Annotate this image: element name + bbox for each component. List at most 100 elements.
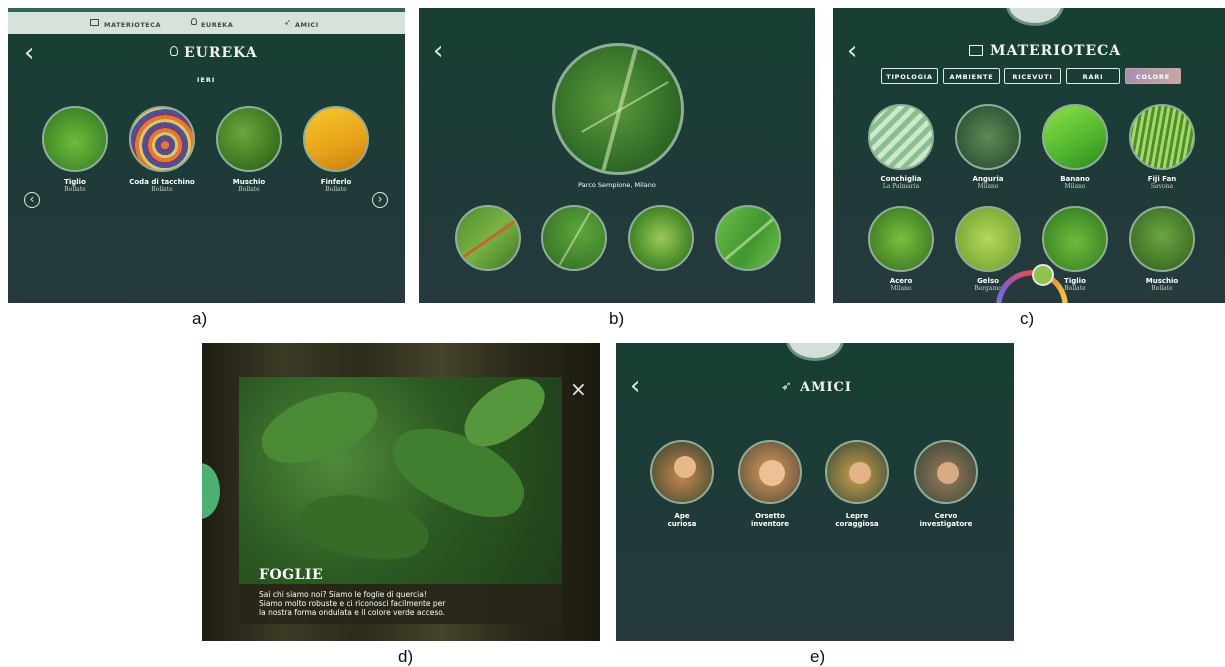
tiglio-thumbnail[interactable] xyxy=(42,106,108,172)
filter-colore[interactable]: COLORE xyxy=(1125,68,1181,84)
lepre-coraggiosa-avatar[interactable] xyxy=(825,440,889,504)
acero-thumbnail[interactable] xyxy=(868,206,934,272)
chevron-right-icon: › xyxy=(377,192,383,206)
friend-name-line2: investigatore xyxy=(919,520,973,528)
leaf-thumbnail[interactable] xyxy=(715,205,781,271)
caption-a: a) xyxy=(192,309,208,328)
fiji-fan-thumbnail[interactable] xyxy=(1129,104,1195,170)
kid-face xyxy=(674,456,696,478)
ape-curiosa-avatar[interactable] xyxy=(650,440,714,504)
item-name: Acero xyxy=(889,277,913,285)
friend-name-line1: Lepre xyxy=(845,512,869,520)
item-place: Milano xyxy=(1064,183,1086,190)
nav-eureka[interactable]: EUREKA xyxy=(201,21,233,29)
item-place: Bollate xyxy=(151,186,173,193)
item-name: Coda di tacchino xyxy=(129,178,195,186)
page-title: AMICI xyxy=(800,380,852,395)
bulb-nav-icon[interactable] xyxy=(191,18,197,25)
filter-ambiente[interactable]: AMBIENTE xyxy=(943,68,1000,84)
archive-box-icon xyxy=(969,45,983,56)
friend-name-line1: Cervo xyxy=(934,512,958,520)
item-place: Bollate xyxy=(1151,285,1173,292)
gelso-thumbnail[interactable] xyxy=(955,206,1021,272)
popup-text-line: Siamo molto robuste e ci riconosci facil… xyxy=(259,599,446,608)
back-button[interactable]: ‹ xyxy=(24,40,34,66)
caption-e: e) xyxy=(810,647,826,666)
caption-c: c) xyxy=(1020,309,1035,328)
caption-b: b) xyxy=(609,309,625,328)
item-place: Savona xyxy=(1150,183,1174,190)
nav-materioteca[interactable]: MATERIOTECA xyxy=(104,21,161,29)
paper-plane-icon: ➶ xyxy=(781,379,792,394)
back-button[interactable]: ‹ xyxy=(630,373,640,399)
item-name: Finferlo xyxy=(320,178,352,186)
paper-plane-nav-icon[interactable]: ➶ xyxy=(284,18,291,27)
top-handle[interactable] xyxy=(786,343,844,361)
anguria-thumbnail[interactable] xyxy=(955,104,1021,170)
materioteca-nav-icon[interactable] xyxy=(90,19,99,26)
prev-arrow-button[interactable]: ‹ xyxy=(24,192,40,208)
item-name: Muschio xyxy=(232,178,266,186)
item-name: Fiji Fan xyxy=(1147,175,1177,183)
kid-face xyxy=(937,462,959,484)
friend-name-line2: curiosa xyxy=(667,520,697,528)
page-title: EUREKA xyxy=(184,45,258,61)
orsetto-inventore-avatar[interactable] xyxy=(738,440,802,504)
friend-name-line2: inventore xyxy=(750,520,790,528)
item-place: Bollate xyxy=(64,186,86,193)
oak-leaf-shape xyxy=(252,378,386,476)
item-name: Tiglio xyxy=(64,178,86,186)
popup-title: FOGLIE xyxy=(259,567,324,583)
leaf-thumbnail[interactable] xyxy=(455,205,521,271)
page-title: MATERIOTECA xyxy=(990,43,1122,59)
oak-leaf-shape xyxy=(294,486,434,568)
leaf-vein xyxy=(462,218,518,259)
top-handle[interactable] xyxy=(1006,8,1064,26)
materioteca-screen: ‹ MATERIOTECA TIPOLOGIA AMBIENTE RICEVUT… xyxy=(833,8,1225,303)
chevron-left-icon: ‹ xyxy=(29,192,35,206)
muschio-thumbnail[interactable] xyxy=(216,106,282,172)
detail-screen: ‹ Parco Sempione, Milano xyxy=(419,8,815,303)
tiglio-thumbnail[interactable] xyxy=(1042,206,1108,272)
nav-amici[interactable]: AMICI xyxy=(295,21,319,29)
muschio-thumbnail[interactable] xyxy=(1129,206,1195,272)
info-popup-screen: × FOGLIE Sai chi siamo noi? Siamo le fog… xyxy=(202,343,600,641)
back-button[interactable]: ‹ xyxy=(433,38,443,64)
item-name: Banano xyxy=(1060,175,1090,183)
close-icon[interactable]: × xyxy=(570,377,587,401)
conchiglia-thumbnail[interactable] xyxy=(868,104,934,170)
item-place: Bollate xyxy=(238,186,260,193)
leaf-thumbnail[interactable] xyxy=(541,205,607,271)
filter-ricevuti[interactable]: RICEVUTI xyxy=(1004,68,1061,84)
kid-face xyxy=(759,460,785,486)
popup-text-line: Sai chi siamo noi? Siamo le foglie di qu… xyxy=(259,590,427,599)
item-name: Conchiglia xyxy=(880,175,922,183)
leaf-vein xyxy=(556,210,592,269)
kid-face xyxy=(849,462,871,484)
item-name: Anguria xyxy=(972,175,1004,183)
location-label: Parco Sempione, Milano xyxy=(578,181,656,189)
friend-name-line1: Orsetto xyxy=(755,512,785,520)
item-place: Milano xyxy=(890,285,912,292)
item-name: Muschio xyxy=(1145,277,1179,285)
leaf-thumbnail[interactable] xyxy=(628,205,694,271)
finferlo-thumbnail[interactable] xyxy=(303,106,369,172)
main-leaf-image xyxy=(552,43,684,175)
coda-di-tacchino-thumbnail[interactable] xyxy=(129,106,195,172)
leaf-vein xyxy=(723,216,777,261)
friend-name-line2: coraggiosa xyxy=(835,520,879,528)
banano-thumbnail[interactable] xyxy=(1042,104,1108,170)
item-place: Milano xyxy=(977,183,999,190)
item-place: La Palmaria xyxy=(882,183,920,190)
filter-tipologia[interactable]: TIPOLOGIA xyxy=(881,68,938,84)
color-picker-knob[interactable] xyxy=(1032,264,1054,286)
eureka-screen: MATERIOTECA EUREKA ➶ AMICI ‹ EUREKA IERI… xyxy=(8,8,405,303)
item-place: Bollate xyxy=(325,186,347,193)
amici-screen: ‹ ➶ AMICI Ape curiosa Orsetto inventore … xyxy=(616,343,1014,641)
popup-text-line: la nostra forma ondulata e il colore ver… xyxy=(259,608,446,617)
next-arrow-button[interactable]: › xyxy=(372,192,388,208)
filter-rari[interactable]: RARI xyxy=(1066,68,1120,84)
back-button[interactable]: ‹ xyxy=(847,38,857,64)
cervo-investigatore-avatar[interactable] xyxy=(914,440,978,504)
oak-leaves-image xyxy=(239,377,562,584)
